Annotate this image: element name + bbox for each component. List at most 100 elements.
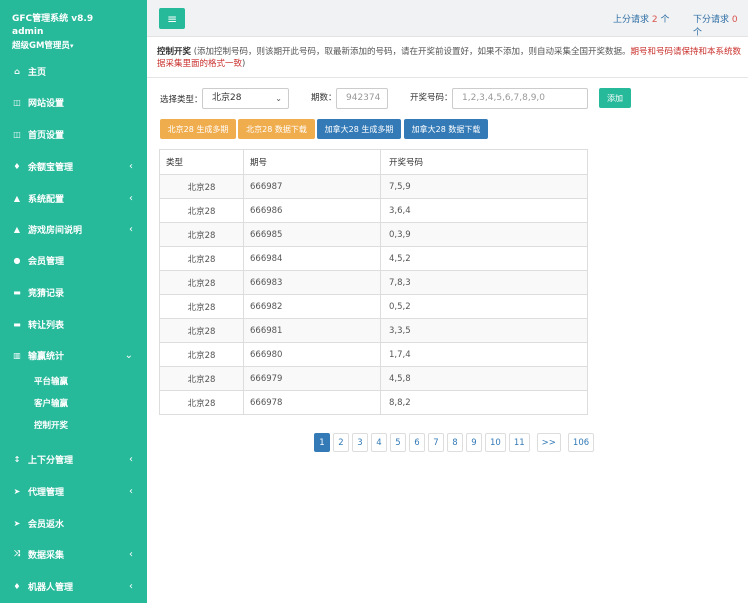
notice-text: 控制开奖 (添加控制号码，则该期开此号码，取最新添加的号码，请在开奖前设置好，如… [157, 46, 747, 70]
page-link[interactable]: 11 [508, 433, 530, 452]
table-header-row: 类型 期号 开奖号码 [160, 150, 587, 174]
sidebar-item[interactable]: ⌂ 主页 [0, 61, 147, 81]
sidebar-item-label: 网站设置 [28, 98, 65, 109]
table-cell: 7,5,9 [389, 181, 411, 192]
sidebar-item[interactable]: ◫ 首页设置 [0, 124, 147, 144]
sidebar-subitem[interactable]: 控制开奖 [34, 419, 68, 431]
chevron-down-icon: ⌄ [275, 94, 282, 103]
numbers-input[interactable]: 1,2,3,4,5,6,7,8,9,0 [452, 88, 588, 109]
divider [147, 77, 748, 78]
table-cell: 北京28 [160, 295, 244, 318]
sidebar-item[interactable]: ▬ 转让列表 [0, 314, 147, 334]
sidebar-item[interactable]: ▲ 游戏房间说明 ‹ [0, 219, 147, 239]
flask-icon: ▲ [13, 193, 21, 203]
sidebar: GFC管理系统 v8.9 admin 超级GM管理员▾ ⌂ 主页 ◫ 网站设置 ◫ 首页设… [0, 0, 147, 603]
send-icon: ➤ [13, 518, 21, 528]
bj28-download-button[interactable]: 北京28 数据下载 [238, 119, 315, 139]
marker-icon: ♦ [13, 161, 21, 171]
up-request-unit: 个 [660, 15, 670, 25]
sidebar-item[interactable]: ● 会员管理 [0, 250, 147, 270]
table-cell: 北京28 [160, 223, 244, 246]
caret-down-icon: ▾ [69, 42, 74, 50]
table-cell: 0,3,9 [389, 229, 411, 240]
table-cell: 666987 [244, 175, 381, 198]
sidebar-item-label: 主页 [28, 67, 47, 78]
page-link[interactable]: 10 [485, 433, 506, 452]
up-request-link[interactable]: 上分请求 2 个 [613, 12, 670, 25]
table-row: 北京28 666987 7,5,9 [160, 174, 587, 198]
window-icon: ◫ [13, 97, 21, 107]
chevron-left-icon: ‹ [129, 548, 133, 560]
page-title: 控制开奖 [157, 47, 192, 57]
sidebar-item[interactable]: ◫ 网站设置 [0, 92, 147, 112]
page-link[interactable]: 5 [390, 433, 406, 452]
bj28-generate-button[interactable]: 北京28 生成多期 [160, 119, 236, 139]
sidebar-item-label: 机器人管理 [28, 582, 74, 593]
user-role-label: 超级GM管理员 [12, 41, 70, 51]
table-cell: 北京28 [160, 343, 244, 366]
up-request-count: 2 [651, 15, 658, 25]
period-input[interactable]: 942374 [336, 88, 388, 109]
ca28-download-button[interactable]: 加拿大28 数据下载 [404, 119, 488, 139]
table-row: 北京28 666986 3,6,4 [160, 198, 587, 222]
down-request-label: 下分请求 [693, 15, 730, 25]
add-button[interactable]: 添加 [599, 88, 631, 108]
menu-toggle-button[interactable]: ≡ [159, 8, 185, 29]
page-link[interactable]: 3 [352, 433, 368, 452]
page-link[interactable]: 4 [371, 433, 387, 452]
page-link[interactable]: 9 [466, 433, 482, 452]
sidebar-item[interactable]: ↕ 上下分管理 ‹ [0, 449, 147, 469]
table-cell: 666983 [244, 271, 381, 294]
last-page-button[interactable]: 106 [567, 433, 595, 452]
results-table: 类型 期号 开奖号码 北京28 666987 7,5,9 北京28 666986 3,6,4 北京… [159, 149, 588, 415]
table-cell: 666980 [244, 343, 381, 366]
table-row: 北京28 666979 4,5,8 [160, 366, 587, 390]
sidebar-item-label: 转让列表 [28, 320, 65, 331]
table-cell: 北京28 [160, 247, 244, 270]
page-link[interactable]: 1 [314, 433, 330, 452]
page-link[interactable]: 7 [428, 433, 444, 452]
table-row: 北京28 666980 1,7,4 [160, 342, 587, 366]
chevron-down-icon: ⌄ [124, 349, 133, 361]
pagination: 1 2 3 4 5 6 7 8 9 10 11 >> 106 [314, 433, 595, 452]
next-page-button[interactable]: >> [536, 433, 561, 452]
sidebar-item-label: 首页设置 [28, 130, 65, 141]
table-cell: 8,8,2 [389, 397, 411, 408]
sidebar-item[interactable]: ▥ 输赢统计 ⌄ [0, 345, 147, 365]
table-cell: 7,8,3 [389, 277, 411, 288]
sidebar-subitem[interactable]: 平台输赢 [34, 375, 68, 387]
chevron-left-icon: ‹ [129, 223, 133, 235]
table-row: 北京28 666978 8,8,2 [160, 390, 587, 414]
down-request-link[interactable]: 下分请求 0 个 [693, 12, 748, 38]
chevron-left-icon: ‹ [129, 580, 133, 592]
page-link[interactable]: 6 [409, 433, 425, 452]
sidebar-subitem[interactable]: 客户输赢 [34, 397, 68, 409]
app-brand[interactable]: GFC管理系统 v8.9 [12, 11, 93, 24]
table-cell: 666981 [244, 319, 381, 342]
page-link[interactable]: 2 [333, 433, 349, 452]
arrow-up-icon: ↕ [13, 454, 21, 464]
table-cell: 666984 [244, 247, 381, 270]
table-cell: 北京28 [160, 199, 244, 222]
sidebar-item[interactable]: ➤ 代理管理 ‹ [0, 481, 147, 501]
table-row: 北京28 666982 0,5,2 [160, 294, 587, 318]
sidebar-item[interactable]: ➤ 会员返水 [0, 513, 147, 533]
sidebar-item[interactable]: ▬ 竞猜记录 [0, 282, 147, 302]
table-cell: 北京28 [160, 367, 244, 390]
table-row: 北京28 666981 3,3,5 [160, 318, 587, 342]
sidebar-item-label: 游戏房间说明 [28, 225, 83, 236]
sidebar-item-label: 余额宝管理 [28, 162, 74, 173]
sidebar-item-label: 系统配置 [28, 194, 65, 205]
type-select[interactable]: 北京28 ⌄ [202, 88, 289, 109]
sidebar-item-label: 输赢统计 [28, 351, 65, 362]
user-role-dropdown[interactable]: 超级GM管理员▾ [12, 39, 73, 51]
sidebar-item-label: 会员管理 [28, 256, 65, 267]
page-link[interactable]: 8 [447, 433, 463, 452]
sidebar-item[interactable]: ▲ 系统配置 ‹ [0, 188, 147, 208]
sidebar-item[interactable]: ⤨ 数据采集 ‹ [0, 544, 147, 564]
sidebar-item[interactable]: ♦ 机器人管理 ‹ [0, 576, 147, 596]
sidebar-item[interactable]: ♦ 余额宝管理 ‹ [0, 156, 147, 176]
down-request-count: 0 [731, 15, 738, 25]
ca28-generate-button[interactable]: 加拿大28 生成多期 [317, 119, 401, 139]
user-name: admin [12, 27, 44, 37]
